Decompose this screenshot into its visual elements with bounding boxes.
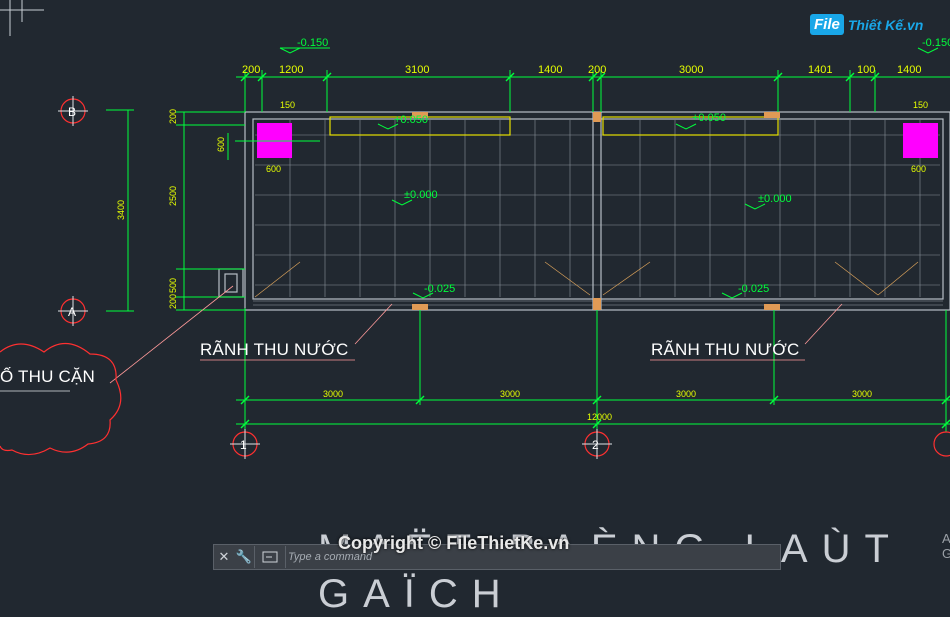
level-raised-left: +0.050: [394, 114, 428, 126]
dim-top-3000: 3000: [679, 64, 703, 76]
corner-text: A G: [942, 531, 950, 561]
dimension-ticks: [240, 72, 950, 429]
viewcube-corner[interactable]: [0, 0, 44, 36]
walls[interactable]: [218, 111, 950, 311]
dim-left-2500: 2500: [168, 186, 178, 206]
close-icon[interactable]: ✕: [214, 549, 234, 565]
drain-slopes: [254, 261, 919, 298]
logo-file: File: [810, 14, 844, 35]
level-top-left: -0.150: [297, 37, 328, 49]
dim-top-1401: 1401: [808, 64, 832, 76]
gutter-label-left: RÃNH THU NƯỚC: [200, 340, 349, 359]
columns: [412, 112, 780, 310]
dim-top-200a: 200: [242, 64, 260, 76]
dim-top-200b: 200: [588, 64, 606, 76]
dim-top-1200: 1200: [279, 64, 303, 76]
tile-grid: [255, 120, 940, 297]
dim-top-1400a: 1400: [538, 64, 562, 76]
level-floor-left: ±0.000: [404, 189, 438, 201]
axis-label-a: A: [68, 305, 76, 319]
level-gutter-left: -0.025: [424, 283, 455, 295]
wrench-icon[interactable]: 🔧: [234, 549, 254, 565]
axis-label-1: 1: [240, 438, 247, 452]
level-gutter-right: -0.025: [738, 283, 769, 295]
command-prompt-icon: [262, 551, 278, 563]
dim-left-200a: 200: [168, 109, 178, 124]
dim-600-right: 600: [911, 164, 926, 174]
level-marker-symbols: [279, 47, 939, 299]
dim-150-right: 150: [913, 100, 928, 110]
leader-lines: [109, 285, 843, 384]
dim-bottom-3000d: 3000: [852, 389, 872, 399]
gutter-label-right: RÃNH THU NƯỚC: [651, 340, 800, 359]
dim-bottom-12000: 12000: [587, 412, 612, 422]
logo-rest: Thiết Kế.vn: [847, 16, 924, 33]
dim-bottom-3000b: 3000: [500, 389, 520, 399]
dimension-lines: [106, 70, 950, 432]
dim-bottom-3000c: 3000: [676, 389, 696, 399]
axis-label-2: 2: [592, 438, 599, 452]
dim-bottom-3000a: 3000: [323, 389, 343, 399]
level-floor-right: ±0.000: [758, 193, 792, 205]
dim-top-3100: 3100: [405, 64, 429, 76]
sump-label: Ố THU CẶN: [0, 367, 95, 386]
dim-top-1400b: 1400: [897, 64, 921, 76]
copyright-watermark: Copyright © FileThietKe.vn: [338, 533, 570, 553]
dim-total-3400: 3400: [116, 200, 126, 220]
dim-left-600: 600: [216, 137, 226, 152]
dim-left-200b: 200: [168, 294, 178, 309]
site-logo: File Thiết Kế.vn: [810, 14, 923, 35]
axis-bubble-3[interactable]: [933, 431, 950, 457]
dim-left-500: 500: [168, 278, 178, 293]
dim-600-left: 600: [266, 164, 281, 174]
dim-150-left: 150: [280, 100, 295, 110]
level-top-right: -0.150: [922, 37, 950, 49]
axis-label-b: B: [68, 105, 76, 119]
level-raised-right: +0.050: [692, 112, 726, 124]
command-icon[interactable]: [254, 546, 286, 568]
sink-right[interactable]: [903, 123, 938, 158]
drawing-canvas[interactable]: 200 1200 3100 1400 200 3000 1401 100 140…: [0, 0, 950, 573]
dim-top-100: 100: [857, 64, 875, 76]
revision-cloud[interactable]: [0, 342, 122, 456]
